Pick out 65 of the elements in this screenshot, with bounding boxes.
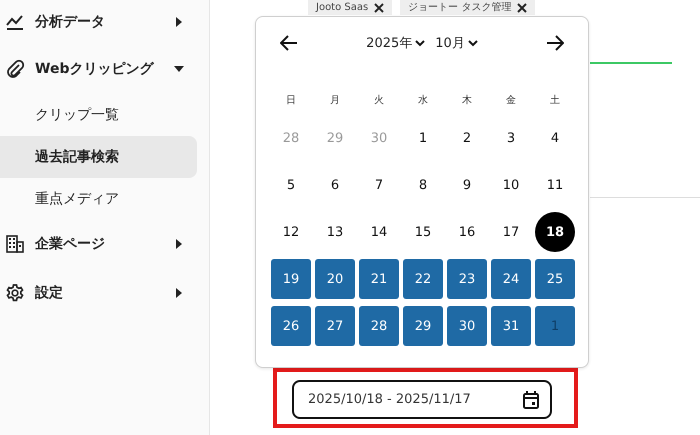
calendar-day[interactable]: 30	[447, 306, 487, 346]
weekday-label: 水	[417, 94, 429, 107]
calendar-day[interactable]: 26	[271, 306, 311, 346]
previous-arrow-icon[interactable]	[280, 35, 298, 51]
building-icon	[5, 234, 25, 254]
caret-right-icon	[176, 17, 182, 27]
sidebar-item[interactable]: 設定	[0, 268, 197, 318]
caret-right-icon	[176, 239, 182, 249]
year-dropdown[interactable]: 2025年	[366, 34, 426, 52]
calendar-day[interactable]: 9	[447, 165, 487, 205]
calendar-day[interactable]: 17	[491, 212, 531, 252]
sidebar-item[interactable]: 分析データ	[0, 0, 197, 45]
calendar-day[interactable]: 24	[491, 259, 531, 299]
close-icon[interactable]	[374, 2, 384, 12]
paperclip-icon	[5, 59, 25, 79]
calendar-day[interactable]: 12	[271, 212, 311, 252]
calendar-day[interactable]: 5	[271, 165, 311, 205]
calendar-day[interactable]: 11	[535, 165, 575, 205]
next-arrow-icon[interactable]	[546, 35, 564, 51]
calendar-day[interactable]: 10	[491, 165, 531, 205]
caret-down-icon	[174, 66, 184, 72]
weekday-label: 月	[329, 94, 341, 107]
weekday-label: 木	[461, 94, 473, 107]
date-range-field[interactable]: 2025/10/18 - 2025/11/17	[292, 380, 552, 419]
sidebar-subitem[interactable]: 重点メディア	[0, 178, 197, 220]
caret-right-icon	[176, 288, 182, 298]
weekday-label: 土	[549, 94, 561, 107]
calendar-day[interactable]: 14	[359, 212, 399, 252]
weekday-label: 金	[505, 94, 517, 107]
calendar-day[interactable]: 28	[359, 306, 399, 346]
sidebar-subitem[interactable]: クリップ一覧	[0, 94, 197, 136]
calendar-day[interactable]: 4	[535, 118, 575, 158]
calendar-day[interactable]: 29	[403, 306, 443, 346]
calendar-day[interactable]: 8	[403, 165, 443, 205]
chevron-down-icon	[468, 40, 478, 46]
month-dropdown[interactable]: 10月	[435, 34, 478, 52]
calendar-day[interactable]: 3	[491, 118, 531, 158]
calendar-day[interactable]: 19	[271, 259, 311, 299]
trend-icon	[5, 13, 25, 31]
calendar-day[interactable]: 16	[447, 212, 487, 252]
calendar-day[interactable]: 13	[315, 212, 355, 252]
calendar-day[interactable]: 7	[359, 165, 399, 205]
calendar-day[interactable]: 18	[535, 212, 575, 252]
calendar-day[interactable]: 15	[403, 212, 443, 252]
weekday-label: 火	[373, 94, 385, 107]
calendar-day[interactable]: 31	[491, 306, 531, 346]
sidebar-item[interactable]: Webクリッピング	[0, 44, 197, 94]
chevron-down-icon	[415, 40, 426, 46]
close-icon[interactable]	[517, 2, 528, 12]
tag-label: Jooto Saas	[316, 2, 368, 14]
calendar-day[interactable]: 25	[535, 259, 575, 299]
calendar-day[interactable]: 22	[403, 259, 443, 299]
sidebar-subitem[interactable]: 過去記事検索	[0, 136, 197, 178]
calendar-icon	[522, 390, 540, 410]
tag-label: ジョートー タスク管理	[408, 2, 512, 14]
calendar-day[interactable]: 27	[315, 306, 355, 346]
calendar-day[interactable]: 6	[315, 165, 355, 205]
calendar-day[interactable]: 1	[403, 118, 443, 158]
calendar-day[interactable]: 21	[359, 259, 399, 299]
settings-icon	[5, 283, 25, 303]
calendar-day[interactable]: 20	[315, 259, 355, 299]
sidebar-item[interactable]: 企業ページ	[0, 219, 197, 269]
weekday-label: 日	[285, 94, 297, 107]
calendar-day[interactable]: 2	[447, 118, 487, 158]
calendar-day[interactable]: 23	[447, 259, 487, 299]
